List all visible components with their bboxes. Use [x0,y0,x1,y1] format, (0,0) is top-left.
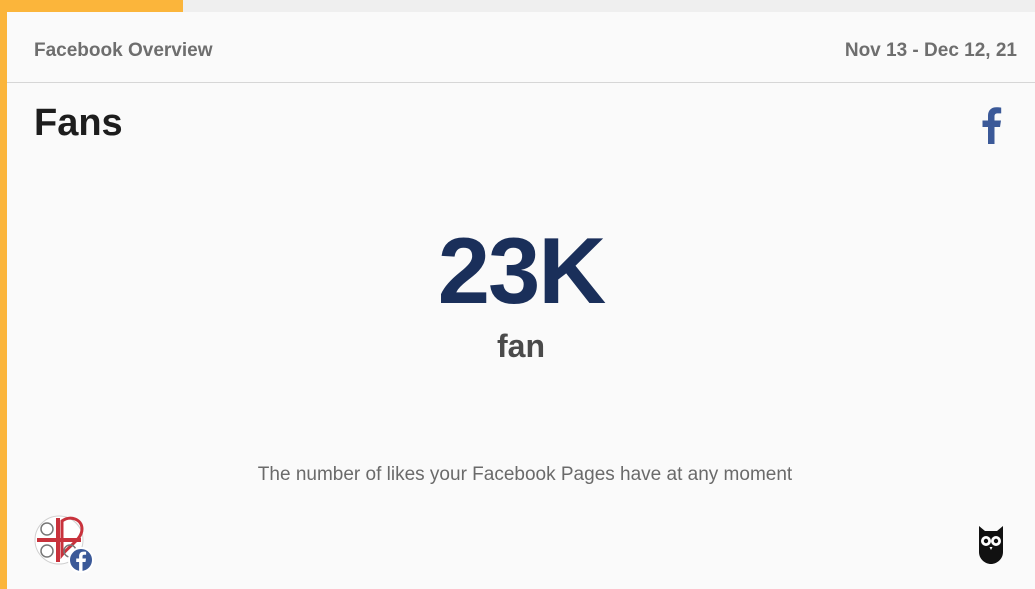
fans-unit: fan [497,328,545,364]
report-title: Facebook Overview [34,40,213,61]
report-stage: Facebook Overview Nov 13 - Dec 12, 21 Fa… [0,0,1035,589]
metric-title: Fans [34,102,123,144]
hootsuite-owl-icon [979,526,1003,564]
fans-value: 23K [437,218,606,323]
card-header: Facebook Overview Nov 13 - Dec 12, 21 [7,12,1035,83]
accent-bar-top [0,0,183,12]
metric-card: Facebook Overview Nov 13 - Dec 12, 21 Fa… [7,12,1035,589]
accent-bar-left [0,0,7,589]
page-avatar-icon [34,515,94,573]
metric-description: The number of likes your Facebook Pages … [257,464,793,485]
date-range: Nov 13 - Dec 12, 21 [844,40,1017,61]
facebook-icon [982,107,1002,144]
